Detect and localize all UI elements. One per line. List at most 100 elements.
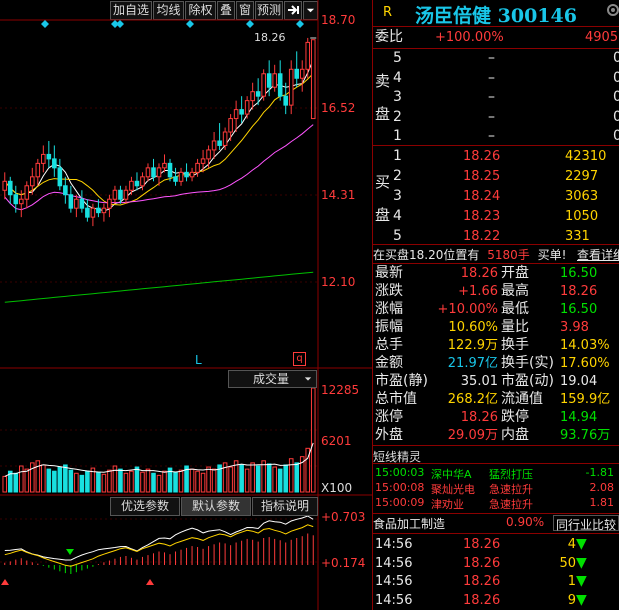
level-number: 1	[393, 148, 402, 164]
level-number: 2	[393, 168, 402, 184]
candle-body	[63, 185, 68, 196]
sell-volume: 0	[613, 50, 619, 67]
stat-value-2: 14.03%	[560, 338, 610, 353]
sell-price: –	[488, 50, 495, 66]
indicator-tick-mid: +0.174	[321, 556, 366, 570]
y-tick-3: 14.31	[321, 188, 356, 202]
tab-indicator-help[interactable]: 指标说明	[252, 497, 318, 516]
sell-row: 5 – 0	[373, 50, 619, 67]
candle-body	[178, 171, 184, 182]
tip-detail-link[interactable]: 查看详细	[577, 246, 619, 263]
candle-body	[46, 153, 52, 160]
candle-body	[156, 167, 162, 178]
elf-time: 15:00:03	[375, 466, 425, 479]
elf-item[interactable]: 15:00:03 深中华A 猛烈打压 -1.81	[373, 466, 619, 481]
sell-volume: 0	[613, 89, 619, 106]
elf-action: 猛烈打压	[489, 468, 533, 481]
tab-default-params[interactable]: 默认参数	[181, 497, 251, 516]
industry-compare-button[interactable]: 同行业比较	[553, 515, 619, 532]
elf-stock: 津劝业	[431, 498, 464, 511]
volume-selector[interactable]: 成交量	[228, 370, 317, 388]
stat-value: 18.26	[460, 266, 498, 281]
buy-row: 2 18.25 2297	[373, 168, 619, 185]
volume-bar	[228, 466, 233, 493]
elf-value: 1.81	[589, 496, 615, 509]
elf-stock: 深中华A	[431, 468, 472, 481]
volume-bar	[261, 460, 266, 493]
stat-value-2: 19.04	[560, 374, 598, 389]
elf-item[interactable]: 15:00:08 聚灿光电 急速拉升 2.08	[373, 481, 619, 496]
stat-label: 最新	[375, 265, 403, 281]
candle-body	[239, 109, 244, 115]
sector-name: 食品加工制造	[373, 517, 446, 531]
buy-volume: 42310	[565, 149, 607, 164]
buy-row: 4 18.23 1050	[373, 208, 619, 225]
stat-row: 总手 122.9万 换手 14.03%	[373, 337, 619, 354]
stat-value: +10.00%	[437, 302, 498, 317]
volume-bar	[18, 465, 24, 493]
sector-row: 食品加工制造 0.90% 同行业比较	[373, 515, 619, 532]
candle-body	[288, 68, 294, 106]
stock-title: 汤臣倍健 300146	[415, 1, 577, 28]
stat-label-2: 跌停	[501, 409, 529, 425]
event-diamond-icon	[296, 20, 304, 28]
buy-volume: 331	[565, 229, 590, 244]
sell-price: –	[488, 108, 495, 125]
q-marker[interactable]: q	[293, 352, 306, 366]
candle-body	[13, 194, 19, 205]
level-number: 3	[393, 89, 402, 105]
gear-icon[interactable]	[605, 2, 619, 21]
buy-volume: 2297	[565, 169, 599, 184]
volume-bar	[151, 472, 156, 493]
elf-time: 15:00:08	[375, 481, 425, 494]
stat-label: 金额	[375, 355, 403, 371]
buy-price: 18.23	[463, 209, 501, 224]
buy-price: 18.26	[463, 149, 501, 164]
volume-bar	[211, 468, 217, 493]
tick-volume: 50	[559, 555, 576, 571]
candle-body	[244, 100, 250, 115]
stat-row: 涨跌 +1.66 最高 18.26	[373, 283, 619, 300]
stat-row: 总市值 268.2亿 流通值 159.9亿	[373, 391, 619, 408]
elf-item[interactable]: 15:00:09 津劝业 急速拉升 1.81	[373, 496, 619, 511]
stat-value: 29.09万	[447, 428, 498, 443]
quote-panel: R 汤臣倍健 300146 委比 +100.00% 4905 卖 盘 5 – 0…	[372, 0, 619, 610]
volume-bar	[101, 473, 107, 493]
stat-value-2: 16.50	[560, 266, 598, 281]
candle-body	[90, 207, 96, 218]
level-number: 4	[393, 69, 402, 86]
volume-bar	[24, 468, 30, 493]
sell-price: –	[488, 128, 495, 144]
volume-bar	[96, 471, 101, 493]
candlestick-chart[interactable]	[0, 0, 372, 610]
stat-label: 市盈(静)	[375, 373, 428, 389]
tab-optimal-params[interactable]: 优选参数	[110, 497, 180, 516]
volume-bar	[30, 462, 35, 493]
candle-body	[18, 198, 24, 205]
stat-row: 金额 21.97亿 换手(实) 17.60%	[373, 355, 619, 372]
volume-bar	[74, 472, 79, 493]
candle-body	[255, 91, 261, 97]
buy-row: 3 18.24 3063	[373, 188, 619, 205]
buy-signal-icon	[1, 579, 9, 585]
tick-price: 18.26	[463, 537, 501, 552]
buy-price: 18.24	[463, 189, 501, 204]
stat-value: 10.60%	[448, 320, 498, 335]
candle-body	[41, 153, 46, 164]
chart-panel[interactable]: 加自选 均线 除权 叠 窗 预测 18.70 16.52 14.31 12.10…	[0, 0, 372, 610]
candle-body	[266, 73, 272, 88]
weibi-label: 委比	[375, 29, 403, 45]
tick-row: 14:56 18.26 50 ▼	[373, 555, 619, 572]
weibi-value: +100.00%	[435, 30, 504, 45]
stat-row: 最新 18.26 开盘 16.50	[373, 265, 619, 282]
candle-body	[123, 189, 129, 200]
volume-bar	[178, 469, 184, 493]
candle-body	[167, 162, 173, 178]
stat-value: 35.01	[460, 374, 498, 389]
buy-price: 18.25	[463, 169, 501, 184]
volume-bar	[57, 466, 63, 493]
event-diamond-icon	[116, 20, 124, 28]
buy-row: 5 18.22 331	[373, 228, 619, 245]
tip-action: 买单!	[537, 248, 567, 262]
tip-quantity: 5180手	[487, 248, 530, 262]
